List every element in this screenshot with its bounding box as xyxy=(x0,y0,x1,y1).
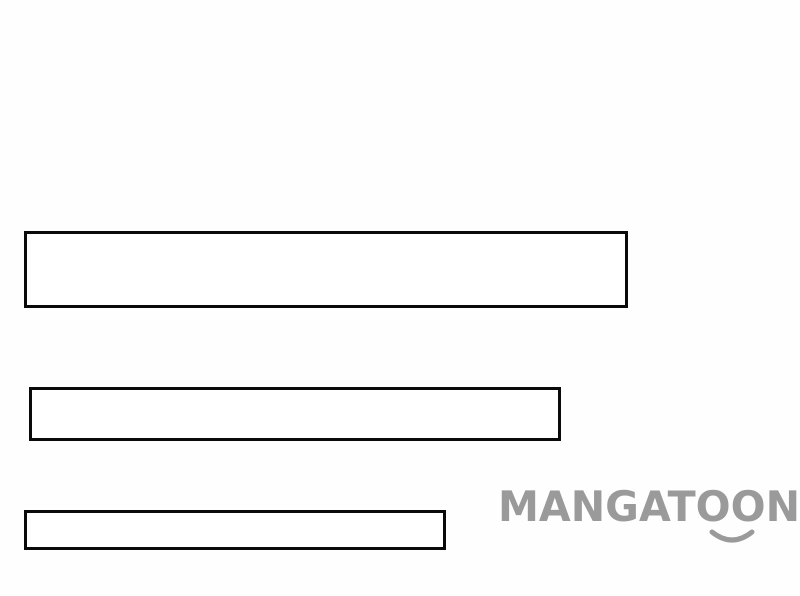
mangatoon-logo: MANGATOON xyxy=(498,482,800,543)
empty-text-box xyxy=(24,510,446,550)
comic-panel: MANGATOON xyxy=(0,0,800,596)
empty-text-box xyxy=(24,231,628,308)
mangatoon-watermark: MANGATOON xyxy=(498,478,800,550)
empty-text-box xyxy=(29,387,561,441)
smile-icon xyxy=(709,529,755,543)
watermark-text: MANGATOON xyxy=(498,482,800,531)
